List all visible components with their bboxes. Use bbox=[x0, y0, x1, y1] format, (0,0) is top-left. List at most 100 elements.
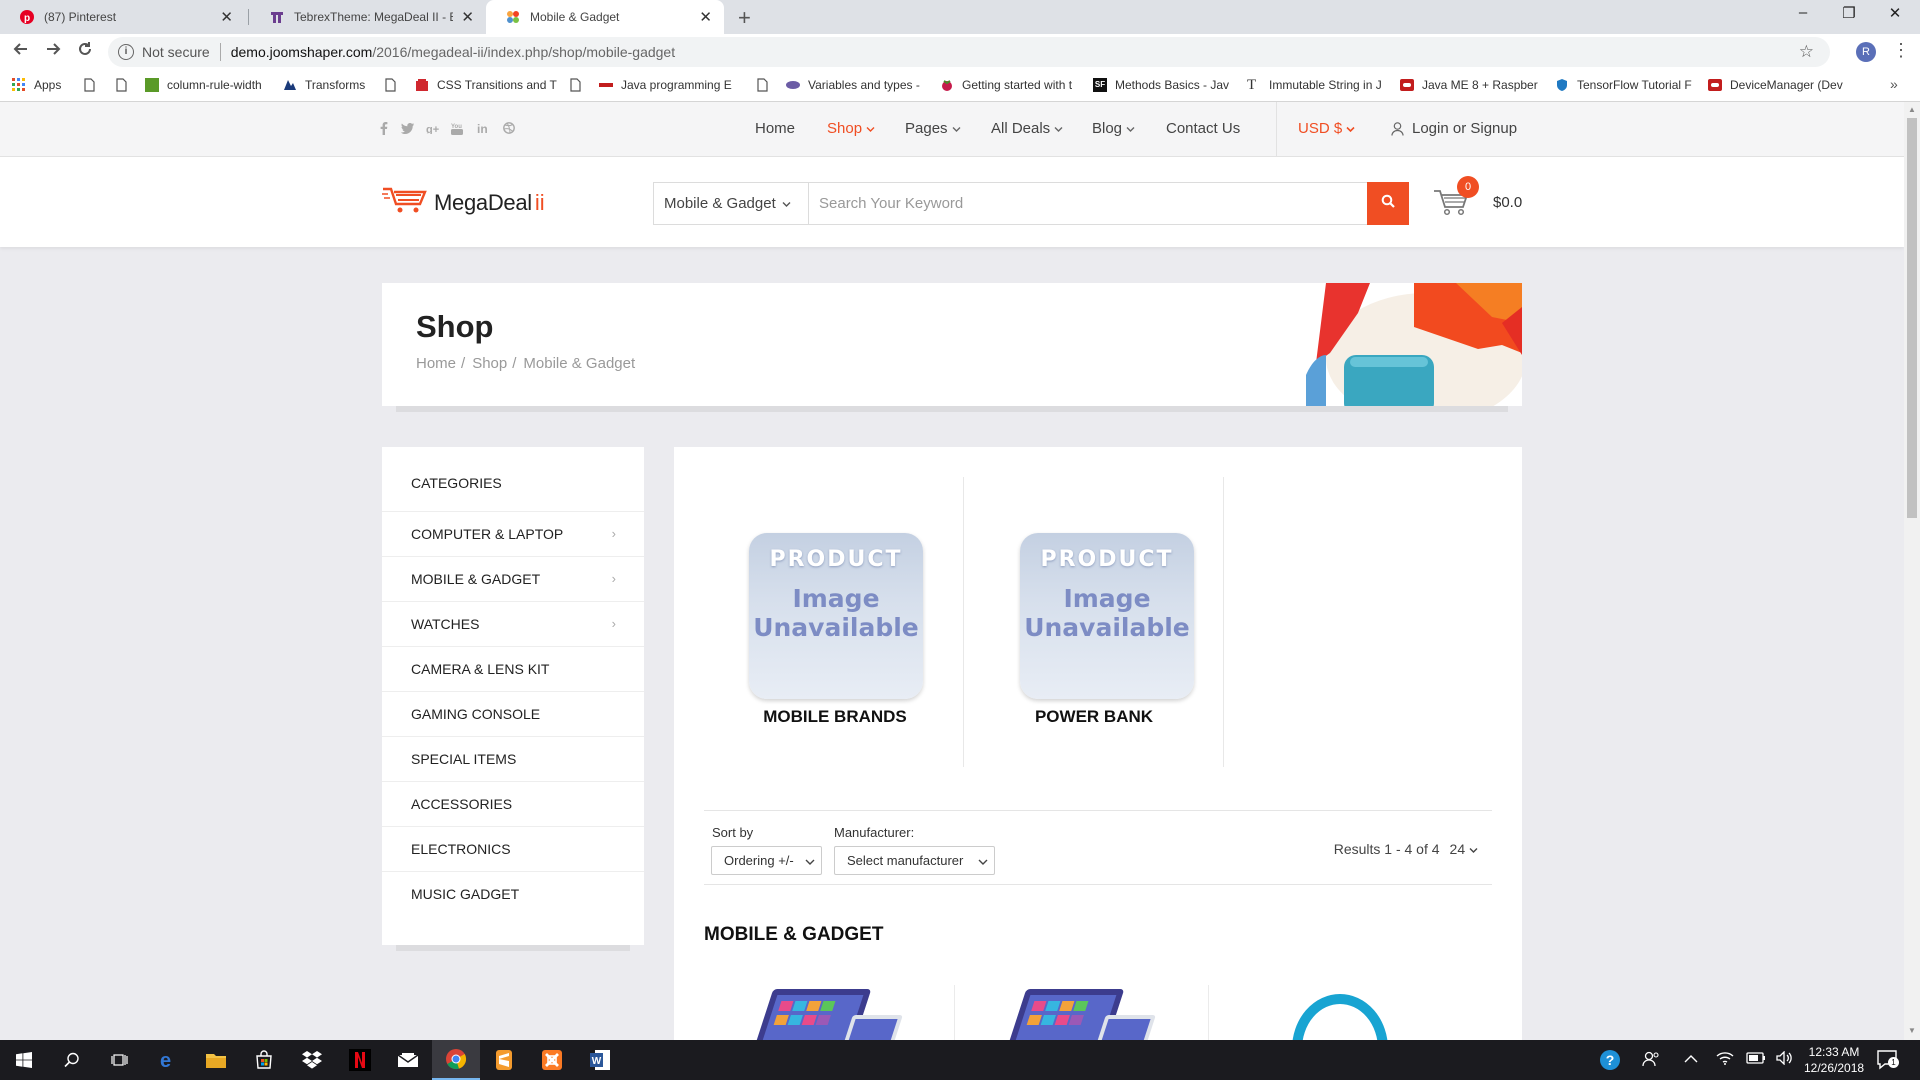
bookmark-immutable-string[interactable]: T Immutable String in J bbox=[1247, 78, 1382, 93]
subcategory-label[interactable]: MOBILE BRANDS bbox=[705, 707, 965, 727]
bookmark-methods-basics[interactable]: SF Methods Basics - Jav bbox=[1093, 78, 1229, 92]
bookmark-column-rule-width[interactable]: column-rule-width bbox=[145, 78, 262, 92]
currency-selector[interactable]: USD $ bbox=[1298, 120, 1355, 137]
nav-contact-us[interactable]: Contact Us bbox=[1166, 120, 1240, 137]
bookmark-tensorflow[interactable]: TensorFlow Tutorial F bbox=[1555, 78, 1692, 92]
edge-icon[interactable]: e bbox=[144, 1040, 192, 1080]
page-icon bbox=[82, 78, 96, 92]
per-page-select[interactable]: 24 bbox=[1450, 841, 1478, 857]
bookmark-java-me[interactable]: Java ME 8 + Raspber bbox=[1400, 78, 1538, 92]
back-arrow-icon[interactable] bbox=[12, 40, 30, 63]
bookmark-java-programming[interactable]: Java programming E bbox=[599, 78, 732, 92]
category-special-items[interactable]: SPECIAL ITEMS bbox=[382, 736, 644, 781]
word-icon[interactable]: W bbox=[576, 1040, 624, 1080]
facebook-icon[interactable] bbox=[380, 122, 388, 138]
info-icon[interactable]: i bbox=[118, 44, 134, 60]
breadcrumb-shop[interactable]: Shop bbox=[472, 355, 507, 372]
search-icon[interactable] bbox=[48, 1040, 96, 1080]
bookmark-page-2[interactable] bbox=[114, 78, 136, 92]
new-tab-button[interactable]: + bbox=[738, 5, 751, 31]
bookmark-variables-types[interactable]: Variables and types - bbox=[786, 78, 920, 92]
category-mobile-gadget[interactable]: MOBILE & GADGET › bbox=[382, 556, 644, 601]
more-bookmarks-button[interactable]: » bbox=[1890, 76, 1898, 92]
tab-tebrex[interactable]: TebrexTheme: MegaDeal II - Ecor ✕ bbox=[250, 0, 486, 34]
netflix-icon[interactable] bbox=[336, 1040, 384, 1080]
search-button[interactable] bbox=[1367, 182, 1409, 225]
wifi-icon[interactable] bbox=[1716, 1051, 1734, 1068]
banner-decoration-image bbox=[1306, 283, 1522, 406]
close-icon[interactable]: ✕ bbox=[699, 8, 712, 26]
bookmark-star-icon[interactable]: ☆ bbox=[1799, 42, 1814, 62]
category-accessories[interactable]: ACCESSORIES bbox=[382, 781, 644, 826]
profile-avatar[interactable]: R bbox=[1856, 42, 1876, 62]
nav-home[interactable]: Home bbox=[755, 120, 795, 137]
nav-shop[interactable]: Shop bbox=[827, 120, 875, 137]
bookmark-device-manager[interactable]: DeviceManager (Dev bbox=[1708, 78, 1843, 92]
subcategory-power-bank[interactable]: PRODUCT Image Unavailable POWER BANK bbox=[964, 477, 1224, 767]
nav-blog[interactable]: Blog bbox=[1092, 120, 1135, 137]
scroll-thumb[interactable] bbox=[1907, 118, 1917, 518]
close-icon[interactable]: ✕ bbox=[461, 8, 474, 26]
nav-pages[interactable]: Pages bbox=[905, 120, 961, 137]
forward-arrow-icon[interactable] bbox=[44, 40, 62, 63]
nav-all-deals[interactable]: All Deals bbox=[991, 120, 1063, 137]
system-clock[interactable]: 12:33 AM 12/26/2018 bbox=[1804, 1044, 1864, 1076]
bookmark-css-transitions[interactable]: CSS Transitions and T bbox=[415, 78, 557, 92]
dropbox-icon[interactable] bbox=[288, 1040, 336, 1080]
bookmark-transforms[interactable]: Transforms bbox=[283, 78, 365, 92]
close-icon[interactable]: ✕ bbox=[220, 8, 233, 26]
minimize-button[interactable]: – bbox=[1780, 4, 1826, 21]
browser-tab-strip: p (87) Pinterest ✕ TebrexTheme: MegaDeal… bbox=[0, 0, 1920, 34]
tab-pinterest[interactable]: p (87) Pinterest ✕ bbox=[0, 0, 245, 34]
site-logo[interactable]: MegaDeal ii bbox=[382, 185, 545, 220]
page-scrollbar[interactable]: ▲ ▼ bbox=[1904, 102, 1920, 1040]
google-plus-icon[interactable]: g+ bbox=[426, 122, 440, 137]
login-link[interactable]: Login or Signup bbox=[1391, 120, 1517, 137]
battery-icon[interactable] bbox=[1746, 1051, 1766, 1067]
help-icon[interactable]: ? bbox=[1598, 1048, 1622, 1075]
category-camera-lens-kit[interactable]: CAMERA & LENS KIT bbox=[382, 646, 644, 691]
scroll-up-icon[interactable]: ▲ bbox=[1908, 105, 1916, 114]
sublime-icon[interactable] bbox=[480, 1040, 528, 1080]
scroll-down-icon[interactable]: ▼ bbox=[1908, 1026, 1916, 1035]
maximize-button[interactable]: ❐ bbox=[1826, 4, 1872, 22]
twitter-icon[interactable] bbox=[400, 122, 414, 137]
sort-select[interactable]: Ordering +/- bbox=[711, 846, 822, 875]
tab-mobile-gadget[interactable]: Mobile & Gadget ✕ bbox=[486, 0, 724, 34]
manufacturer-select[interactable]: Select manufacturer bbox=[834, 846, 995, 875]
breadcrumb-home[interactable]: Home bbox=[416, 355, 456, 372]
search-category-select[interactable]: Mobile & Gadget bbox=[654, 183, 809, 224]
close-window-button[interactable]: ✕ bbox=[1872, 4, 1918, 22]
mail-icon[interactable] bbox=[384, 1040, 432, 1080]
linkedin-icon[interactable]: in bbox=[477, 122, 489, 137]
people-icon[interactable] bbox=[1642, 1051, 1660, 1070]
youtube-icon[interactable]: You bbox=[451, 122, 463, 138]
category-music-gadget[interactable]: MUSIC GADGET bbox=[382, 871, 644, 916]
bookmark-apps[interactable]: Apps bbox=[12, 78, 61, 92]
windows-start-icon[interactable] bbox=[0, 1040, 48, 1080]
subcategory-label[interactable]: POWER BANK bbox=[964, 707, 1224, 727]
subcategory-mobile-brands[interactable]: PRODUCT Image Unavailable MOBILE BRANDS bbox=[705, 477, 965, 767]
dribbble-icon[interactable] bbox=[503, 122, 515, 137]
bookmark-page-4[interactable] bbox=[568, 78, 590, 92]
task-view-icon[interactable] bbox=[96, 1040, 144, 1080]
bookmark-page-3[interactable] bbox=[383, 78, 405, 92]
file-explorer-icon[interactable] bbox=[192, 1040, 240, 1080]
chrome-icon[interactable] bbox=[432, 1040, 480, 1080]
reload-icon[interactable] bbox=[76, 40, 94, 63]
category-watches[interactable]: WATCHES › bbox=[382, 601, 644, 646]
xampp-icon[interactable] bbox=[528, 1040, 576, 1080]
search-input[interactable] bbox=[809, 183, 1367, 224]
notification-center-icon[interactable]: 1 bbox=[1876, 1048, 1899, 1070]
menu-icon[interactable]: ⋮ bbox=[1892, 40, 1910, 61]
address-bar[interactable]: i Not secure demo.joomshaper.com /2016/m… bbox=[108, 37, 1830, 67]
category-gaming-console[interactable]: GAMING CONSOLE bbox=[382, 691, 644, 736]
bookmark-getting-started[interactable]: Getting started with t bbox=[940, 78, 1072, 92]
chevron-up-icon[interactable] bbox=[1684, 1051, 1698, 1067]
category-computer-laptop[interactable]: COMPUTER & LAPTOP › bbox=[382, 511, 644, 556]
bookmark-page-1[interactable] bbox=[82, 78, 104, 92]
bookmark-page-5[interactable] bbox=[755, 78, 777, 92]
volume-icon[interactable] bbox=[1776, 1050, 1794, 1068]
store-icon[interactable] bbox=[240, 1040, 288, 1080]
category-electronics[interactable]: ELECTRONICS bbox=[382, 826, 644, 871]
